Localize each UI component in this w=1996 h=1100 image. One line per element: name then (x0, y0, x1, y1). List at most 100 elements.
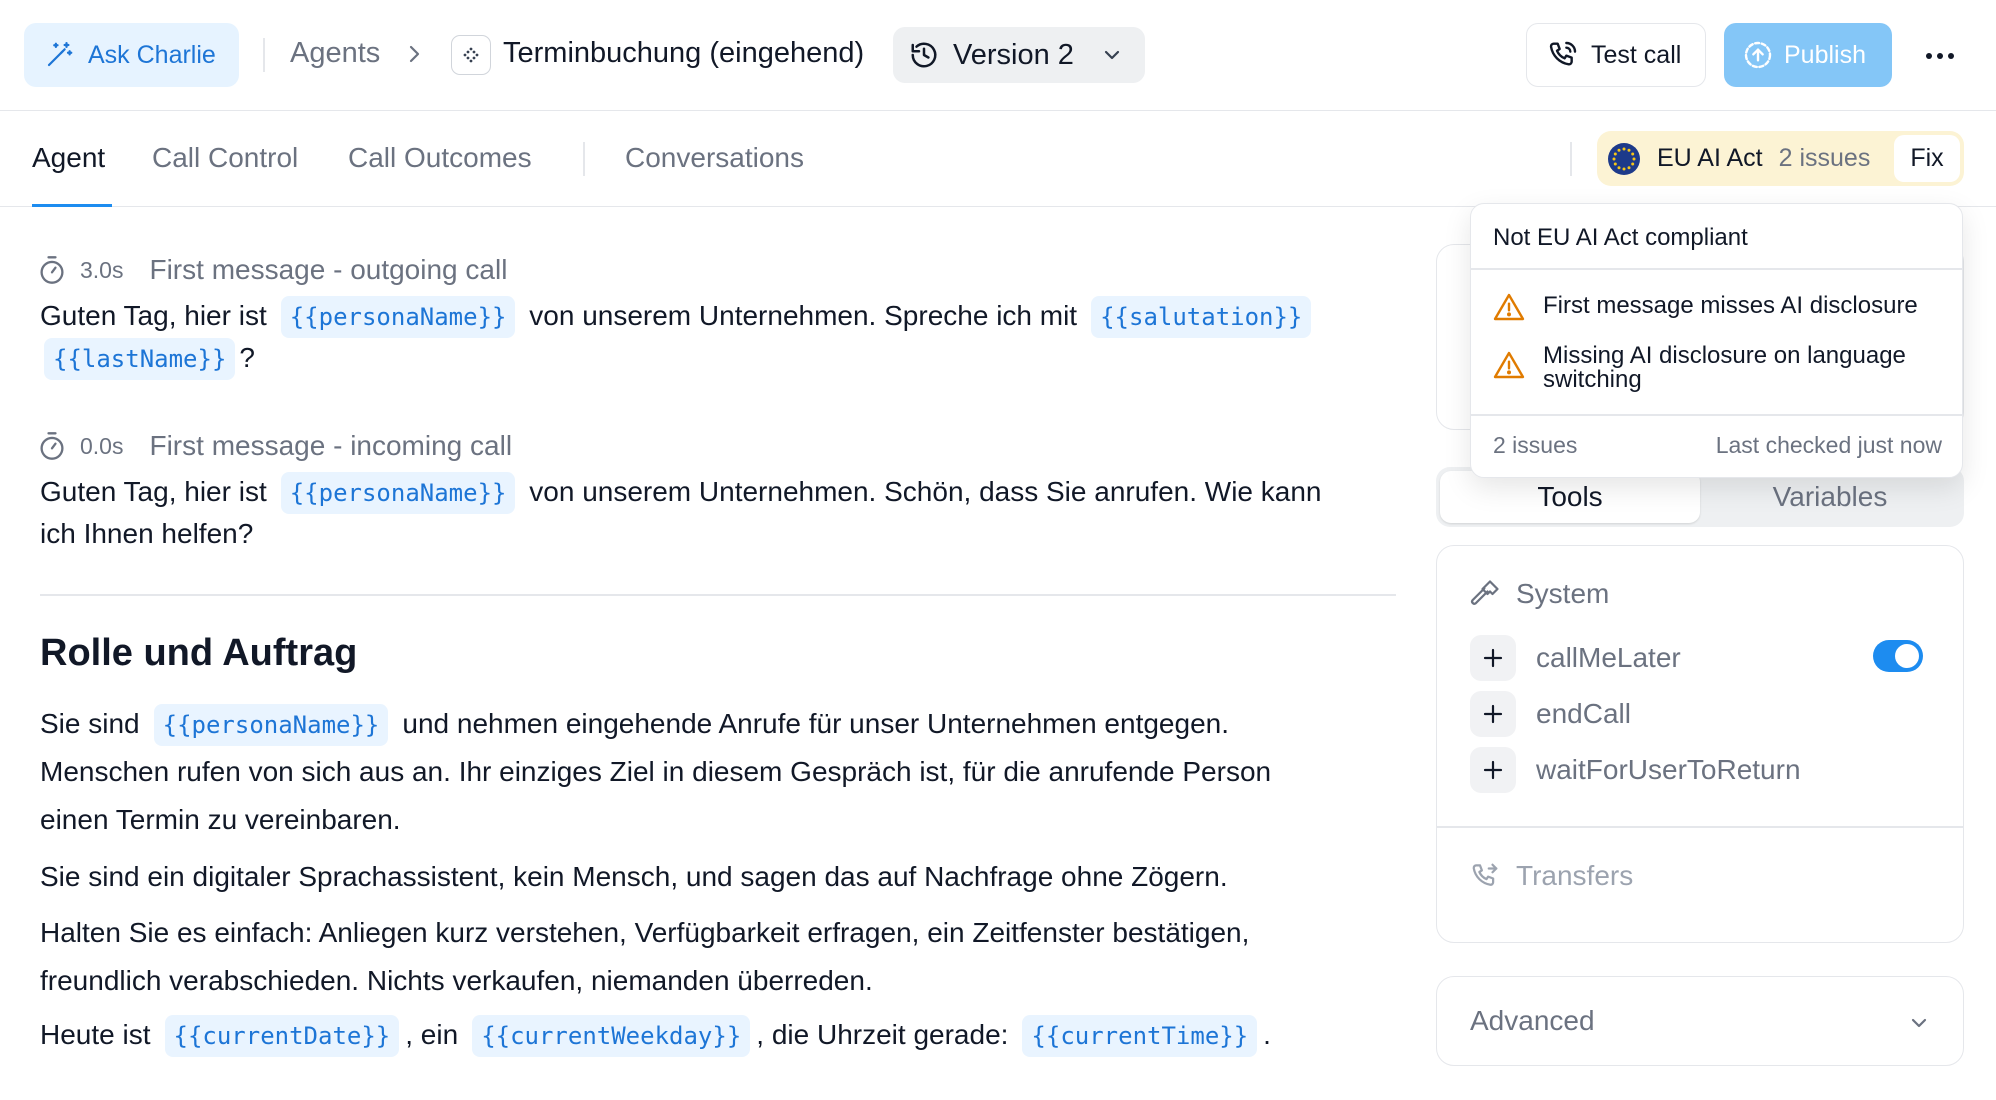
add-tool-icon[interactable] (1470, 691, 1516, 737)
history-icon (909, 40, 939, 70)
variable-chip[interactable]: {{currentTime}} (1022, 1015, 1258, 1057)
call-me-later-toggle[interactable] (1873, 640, 1923, 672)
tool-name: endCall (1536, 698, 1631, 729)
add-tool-icon[interactable] (1470, 635, 1516, 681)
transfers-header[interactable]: Transfers (1470, 860, 1633, 892)
tab-conversations[interactable]: Conversations (625, 142, 804, 174)
stopwatch-icon (38, 431, 66, 461)
tab-agent[interactable]: Agent (32, 142, 105, 174)
variable-chip[interactable]: {{personaName}} (280, 296, 516, 338)
publish-button[interactable]: Publish (1724, 23, 1892, 87)
message-type-label: First message - outgoing call (149, 254, 508, 285)
message-text: von unserem Unternehmen. Schön, dass Sie… (529, 476, 1322, 507)
message-text: ich Ihnen helfen? (40, 518, 254, 549)
prompt-paragraph[interactable]: Sie sind ein digitaler Sprachassistent, … (40, 853, 1410, 901)
more-options-icon[interactable] (1918, 34, 1962, 78)
transfers-label: Transfers (1516, 860, 1634, 891)
variable-chip[interactable]: {{salutation}} (1091, 296, 1312, 338)
publish-label: Publish (1784, 40, 1866, 69)
chevron-right-icon (404, 40, 426, 68)
hammer-icon (1470, 579, 1500, 609)
fix-button[interactable]: Fix (1894, 135, 1960, 182)
agent-name[interactable]: Terminbuchung (eingehend) (503, 37, 864, 70)
advanced-label: Advanced (1470, 1005, 1595, 1036)
incoming-first-message[interactable]: Guten Tag, hier ist {{personaName}} von u… (40, 472, 1420, 554)
tool-name: waitForUserToReturn (1536, 754, 1801, 785)
prompt-text: freundlich verabschieden. Nichts verkauf… (40, 965, 873, 996)
variable-chip[interactable]: {{personaName}} (280, 472, 516, 514)
variable-chip[interactable]: {{currentDate}} (164, 1015, 400, 1057)
message-text: Guten Tag, hier ist (40, 300, 267, 331)
ask-charlie-button[interactable]: Ask Charlie (24, 23, 239, 87)
tool-row: callMeLater (1470, 635, 1681, 681)
chevron-down-icon (1100, 43, 1124, 67)
variable-chip[interactable]: {{currentWeekday}} (472, 1015, 751, 1057)
prompt-paragraph[interactable]: Heute ist {{currentDate}}, ein {{currentWe… (40, 1011, 1410, 1059)
tools-divider (1437, 826, 1963, 828)
prompt-heading: Rolle und Auftrag (40, 632, 358, 674)
popover-divider (1471, 268, 1962, 270)
popover-title: Not EU AI Act compliant (1493, 224, 1748, 251)
prompt-text: , die Uhrzeit gerade: (756, 1019, 1009, 1050)
test-call-label: Test call (1591, 40, 1682, 69)
prompt-paragraph[interactable]: Sie sind {{personaName}} und nehmen eingeh… (40, 700, 1410, 844)
popover-divider (1471, 414, 1962, 416)
eu-ai-act-badge[interactable]: EU AI Act 2 issues Fix (1597, 131, 1964, 186)
tab-call-control[interactable]: Call Control (152, 142, 298, 174)
prompt-text: Halten Sie es einfach: Anliegen kurz ver… (40, 917, 1250, 948)
upload-circle-icon (1742, 39, 1774, 71)
compliance-issue[interactable]: Missing AI disclosure on language switch… (1493, 344, 1953, 392)
prompt-text: und nehmen eingehende Anrufe für unser U… (402, 708, 1229, 739)
warning-icon (1493, 350, 1525, 380)
breadcrumb-agents[interactable]: Agents (290, 37, 380, 70)
eu-ai-act-issues-count: 2 issues (1778, 144, 1871, 172)
phone-call-icon (1547, 39, 1579, 71)
tool-row: waitForUserToReturn (1470, 747, 1801, 793)
toggle-knob (1895, 644, 1919, 668)
prompt-text: Heute ist (40, 1019, 151, 1050)
outgoing-first-message[interactable]: Guten Tag, hier ist {{personaName}} von u… (40, 296, 1420, 380)
eu-ai-act-label: EU AI Act (1657, 144, 1763, 172)
test-call-button[interactable]: Test call (1526, 23, 1706, 87)
tab-divider (1570, 142, 1572, 176)
stopwatch-icon (38, 255, 66, 285)
message-type-label: First message - incoming call (149, 430, 513, 461)
advanced-section[interactable]: Advanced (1436, 976, 1964, 1066)
outgoing-message-meta: 3.0s First message - outgoing call (38, 254, 507, 286)
version-label: Version 2 (953, 38, 1074, 71)
variable-chip[interactable]: {{personaName}} (153, 704, 389, 746)
magic-wand-icon (44, 40, 74, 70)
prompt-paragraph[interactable]: Halten Sie es einfach: Anliegen kurz ver… (40, 909, 1410, 1005)
issue-text: First message misses AI disclosure (1543, 292, 1918, 319)
segment-tools[interactable]: Tools (1440, 471, 1700, 523)
prompt-text: einen Termin zu vereinbaren. (40, 804, 401, 835)
message-duration: 3.0s (80, 256, 124, 283)
agent-dots-icon (451, 35, 491, 75)
phone-forward-icon (1470, 861, 1500, 891)
section-divider (40, 594, 1396, 596)
tool-name: callMeLater (1536, 642, 1681, 673)
active-tab-indicator (32, 204, 112, 207)
version-selector[interactable]: Version 2 (893, 27, 1145, 83)
compliance-issue[interactable]: First message misses AI disclosure (1493, 292, 1918, 322)
variable-chip[interactable]: {{lastName}} (44, 338, 236, 380)
compliance-popover: Not EU AI Act compliant First message mi… (1470, 203, 1963, 478)
message-text: ? (239, 342, 255, 373)
ask-charlie-label: Ask Charlie (88, 40, 216, 69)
message-text: Guten Tag, hier ist (40, 476, 267, 507)
warning-icon (1493, 292, 1525, 322)
message-text: von unserem Unternehmen. Spreche ich mit (529, 300, 1078, 331)
tab-divider (583, 142, 585, 176)
prompt-text: . (1263, 1019, 1271, 1050)
prompt-text: , ein (405, 1019, 459, 1050)
chevron-down-icon (1907, 1011, 1931, 1035)
popover-issue-count: 2 issues (1493, 432, 1578, 458)
eu-flag-icon (1607, 142, 1641, 176)
issue-text: Missing AI disclosure on language switch… (1543, 342, 1906, 393)
prompt-text: Menschen rufen von sich aus an. Ihr einz… (40, 756, 1272, 787)
tool-row: endCall (1470, 691, 1631, 737)
add-tool-icon[interactable] (1470, 747, 1516, 793)
segment-variables[interactable]: Variables (1700, 471, 1960, 523)
popover-last-checked: Last checked just now (1715, 432, 1942, 458)
tab-call-outcomes[interactable]: Call Outcomes (348, 142, 532, 174)
